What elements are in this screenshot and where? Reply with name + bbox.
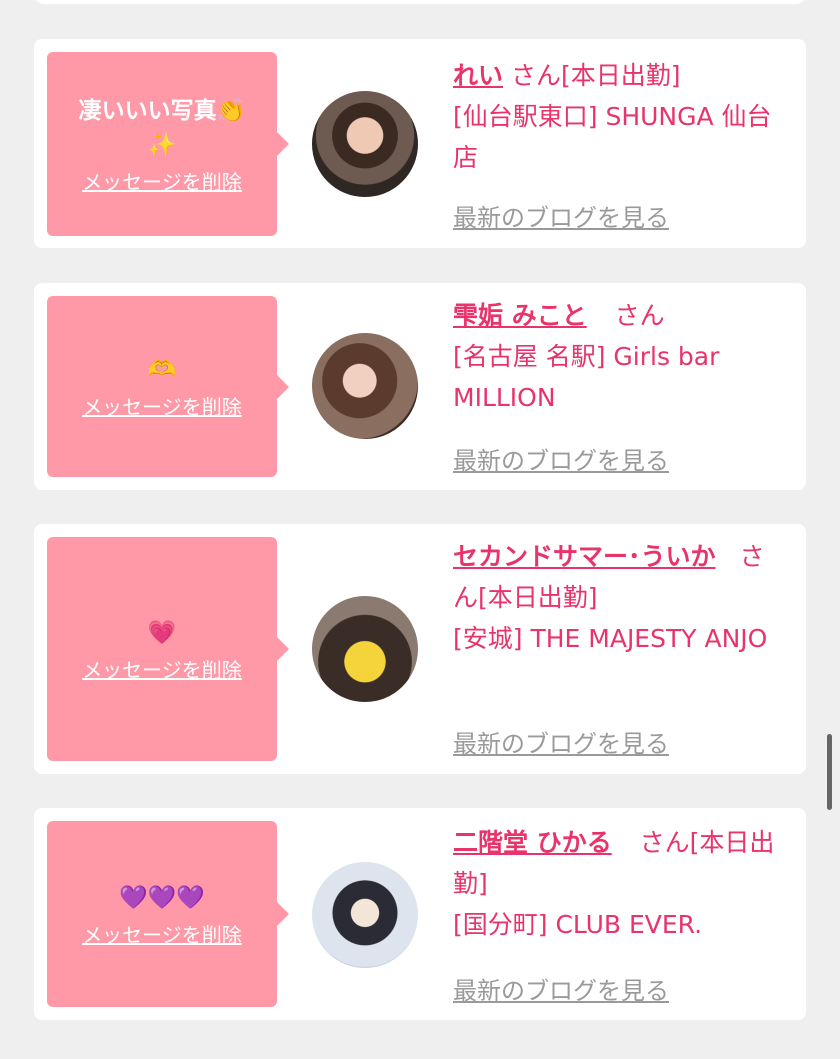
message-bubble: 💗 メッセージを削除 — [47, 537, 289, 761]
message-card: 💜💜💜 メッセージを削除 二階堂 ひかる さん[本日出勤] [国分町] CLUB… — [34, 808, 806, 1020]
message-text: 🫶 — [147, 357, 177, 383]
message-text: 凄いいい写真👏✨ — [78, 97, 246, 158]
message-text: 💗 — [147, 619, 177, 646]
latest-blog-link[interactable]: 最新のブログを見る — [453, 971, 669, 1006]
cast-info: 雫姤 みこと さん [名古屋 名駅] Girls bar MILLION — [453, 295, 783, 418]
cast-info: セカンドサマー･ういか さん[本日出勤] [安城] THE MAJESTY AN… — [453, 536, 783, 659]
delete-message-link[interactable]: メッセージを削除 — [82, 391, 242, 420]
shop-text: [名古屋 名駅] Girls bar MILLION — [453, 342, 720, 412]
cast-name-link[interactable]: れい — [453, 61, 503, 90]
cast-suffix: さん — [614, 301, 665, 330]
latest-blog-link[interactable]: 最新のブログを見る — [453, 724, 669, 759]
cast-info: 二階堂 ひかる さん[本日出勤] [国分町] CLUB EVER. — [453, 822, 783, 945]
shop-text: [国分町] CLUB EVER. — [453, 910, 703, 939]
message-bubble: 🫶 メッセージを削除 — [47, 296, 289, 477]
shop-text: [安城] THE MAJESTY ANJO — [453, 624, 768, 653]
cast-name-link[interactable]: セカンドサマー･ういか — [453, 542, 716, 571]
cast-info: れい さん[本日出勤] [仙台駅東口] SHUNGA 仙台店 — [453, 55, 783, 178]
avatar[interactable] — [312, 862, 418, 968]
avatar[interactable] — [312, 333, 418, 439]
previous-card-edge — [34, 0, 806, 4]
delete-message-link[interactable]: メッセージを削除 — [82, 919, 242, 948]
delete-message-link[interactable]: メッセージを削除 — [82, 654, 242, 683]
latest-blog-link[interactable]: 最新のブログを見る — [453, 441, 669, 476]
message-card: 凄いいい写真👏✨ メッセージを削除 れい さん[本日出勤] [仙台駅東口] SH… — [34, 39, 806, 248]
cast-suffix: さん[本日出勤] — [510, 61, 681, 90]
message-card: 🫶 メッセージを削除 雫姤 みこと さん [名古屋 名駅] Girls bar … — [34, 283, 806, 490]
latest-blog-link[interactable]: 最新のブログを見る — [453, 198, 669, 233]
message-bubble: 💜💜💜 メッセージを削除 — [47, 821, 289, 1007]
message-text: 💜💜💜 — [119, 884, 205, 911]
cast-name-link[interactable]: 雫姤 みこと — [453, 301, 587, 330]
avatar[interactable] — [312, 596, 418, 702]
message-card: 💗 メッセージを削除 セカンドサマー･ういか さん[本日出勤] [安城] THE… — [34, 524, 806, 774]
delete-message-link[interactable]: メッセージを削除 — [82, 166, 242, 195]
avatar[interactable] — [312, 91, 418, 197]
shop-text: [仙台駅東口] SHUNGA 仙台店 — [453, 102, 772, 172]
scrollbar[interactable] — [827, 734, 832, 810]
cast-name-link[interactable]: 二階堂 ひかる — [453, 828, 612, 857]
message-bubble: 凄いいい写真👏✨ メッセージを削除 — [47, 52, 289, 236]
